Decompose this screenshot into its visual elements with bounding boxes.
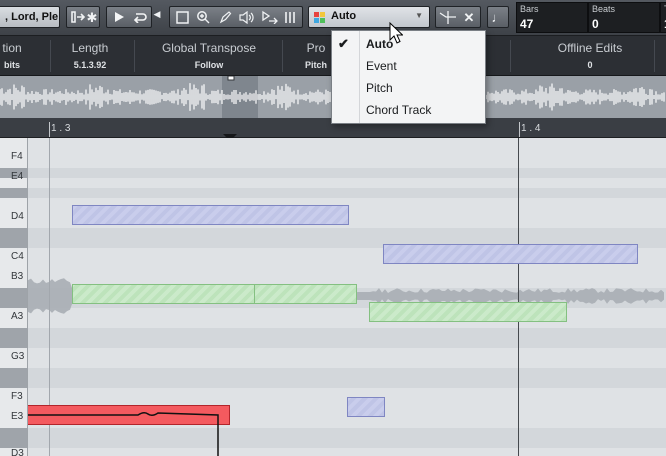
warp-icon[interactable] (259, 9, 279, 25)
arrow-split-icon[interactable] (69, 9, 87, 25)
info-length[interactable]: Length 5.1.3.92 (52, 36, 128, 76)
x-split-icon[interactable]: ✕ (460, 9, 478, 25)
info-process[interactable]: Pro Pitch (296, 36, 336, 76)
pitch-label: F4 (11, 151, 23, 162)
info-separator (510, 40, 511, 72)
black-key (0, 288, 27, 308)
ruler-tick (49, 122, 50, 137)
info-separator (134, 40, 135, 72)
pitch-label: D3 (11, 448, 24, 456)
info-header: Offline Edits (557, 41, 623, 55)
info-header: Length (71, 41, 109, 55)
edit-mode-menu: ✔ Auto Event Pitch Chord Track (331, 30, 486, 124)
play-icon[interactable] (110, 9, 128, 25)
black-key (0, 328, 27, 348)
ticks-counter[interactable]: T 1 (660, 2, 666, 33)
pitch-segment[interactable] (254, 284, 357, 304)
pitch-label: E4 (11, 171, 24, 182)
info-header: Global Transpose (161, 41, 257, 55)
menu-item-auto[interactable]: ✔ Auto (332, 33, 485, 55)
pitch-label: E3 (11, 411, 24, 422)
speaker-icon[interactable] (237, 9, 255, 25)
bars-value: 47 (520, 17, 534, 31)
pitch-keyboard[interactable]: F4 E4 D4 C4 B3 A3 G3 F3 E3 D3 (0, 138, 28, 456)
black-key (0, 428, 27, 448)
mouse-pointer-icon (389, 22, 403, 44)
snap-icon[interactable] (438, 9, 458, 25)
ruler-tick (519, 122, 520, 137)
menu-item-chord-track[interactable]: Chord Track (332, 99, 485, 121)
info-duration[interactable]: tion bits (0, 36, 44, 76)
chevron-down-icon: ▼ (415, 11, 423, 20)
star-icon[interactable]: ✱ (86, 9, 98, 25)
pitch-segment[interactable] (72, 284, 256, 304)
pencil-icon[interactable] (216, 9, 234, 25)
pitch-segment[interactable] (347, 397, 385, 417)
transfer-button-group: ✱ (66, 6, 100, 28)
pitch-label: F3 (11, 391, 23, 402)
playback-cursor (518, 138, 519, 456)
loop-icon[interactable] (131, 9, 149, 25)
pitch-label: A3 (11, 311, 24, 322)
note-icon: ♩ (491, 9, 505, 25)
info-value: 5.1.3.92 (73, 60, 107, 70)
transport-button-group (106, 6, 152, 28)
info-value: 0 (587, 60, 593, 70)
pitch-label: D4 (11, 211, 24, 222)
bars-caption: Bars (520, 4, 539, 14)
edit-mode-value: Auto (331, 10, 357, 22)
event-title-field[interactable]: , Lord, Ple (0, 6, 60, 28)
bars-icon[interactable] (282, 9, 300, 25)
info-separator (50, 40, 51, 72)
info-global-transpose[interactable]: Global Transpose Follow (150, 36, 268, 76)
menu-item-label: Chord Track (366, 103, 432, 117)
zoom-icon[interactable] (194, 9, 212, 25)
black-key (0, 188, 27, 198)
beats-caption: Beats (592, 4, 616, 14)
tool-button-group (169, 6, 303, 28)
checkmark-icon: ✔ (338, 36, 349, 51)
menu-item-event[interactable]: Event (332, 55, 485, 77)
note-button[interactable]: ♩ (487, 6, 509, 28)
pitch-label: G3 (11, 351, 25, 362)
black-key (0, 368, 27, 388)
beats-counter[interactable]: Beats 0 (588, 2, 660, 33)
pitch-segment[interactable] (369, 302, 567, 322)
select-icon[interactable] (173, 9, 191, 25)
color-grid-icon (314, 12, 325, 23)
menu-item-pitch[interactable]: Pitch (332, 77, 485, 99)
beats-value: 0 (592, 17, 599, 31)
info-offline-edits[interactable]: Offline Edits 0 (524, 36, 656, 76)
ruler-label: 1 . 4 (521, 123, 541, 134)
pitch-label: C4 (11, 251, 24, 262)
pitch-segment[interactable] (72, 205, 349, 225)
info-header: Pro (306, 41, 326, 55)
pitch-segment[interactable] (383, 244, 638, 264)
pitch-curve (28, 411, 219, 456)
ruler-label: 1 . 3 (51, 123, 71, 134)
info-separator (282, 40, 283, 72)
edit-mode-select[interactable]: Auto ▼ (308, 6, 430, 28)
menu-item-label: Pitch (366, 81, 393, 95)
black-key (0, 228, 27, 248)
info-separator (654, 40, 655, 72)
menu-item-label: Event (366, 59, 397, 73)
note-grid[interactable] (28, 138, 666, 456)
bars-counter[interactable]: Bars 47 (516, 2, 588, 33)
info-value: Pitch (304, 60, 327, 70)
info-header: tion (2, 41, 22, 55)
info-value: bits (3, 60, 20, 70)
info-value: Follow (194, 60, 224, 70)
snap-button-group: ✕ (435, 6, 481, 28)
triangle-left-icon[interactable]: ◀ (153, 8, 161, 20)
pitch-label: B3 (11, 271, 24, 282)
